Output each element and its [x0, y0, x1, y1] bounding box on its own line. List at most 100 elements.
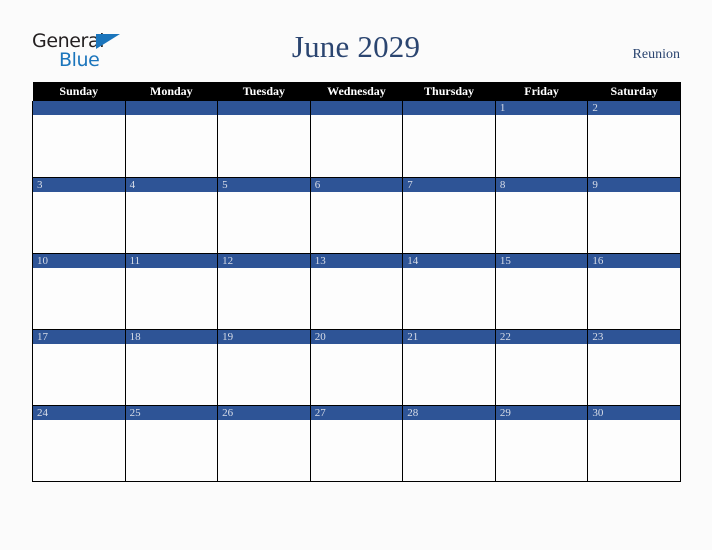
day-notes-area[interactable]: [588, 419, 680, 481]
day-cell[interactable]: 4: [124, 177, 219, 254]
day-notes-area[interactable]: [588, 115, 680, 176]
day-notes-area[interactable]: [403, 191, 495, 253]
day-number: 6: [310, 177, 403, 192]
day-notes-area[interactable]: [33, 115, 125, 176]
weekday-header-friday: Friday: [495, 82, 588, 101]
day-number: 17: [33, 329, 125, 344]
day-notes-area[interactable]: [218, 419, 310, 481]
day-cell[interactable]: 5: [217, 177, 311, 254]
day-notes-area[interactable]: [310, 267, 403, 329]
day-notes-area[interactable]: [495, 419, 588, 481]
day-number: [125, 101, 218, 115]
day-cell[interactable]: 22: [494, 329, 589, 406]
day-cell[interactable]: [217, 101, 311, 178]
day-number: 8: [495, 177, 588, 192]
day-cell[interactable]: 3: [32, 177, 126, 254]
page-title: June 2029: [291, 29, 421, 64]
weekday-header-monday: Monday: [125, 82, 218, 101]
day-number: 11: [125, 253, 218, 268]
day-number: 23: [588, 329, 680, 344]
day-number: 5: [218, 177, 310, 192]
day-notes-area[interactable]: [218, 343, 310, 405]
day-cell[interactable]: 16: [587, 253, 681, 330]
day-cell[interactable]: 1: [494, 101, 589, 178]
day-cell[interactable]: 2: [587, 101, 681, 178]
day-number: 25: [125, 405, 218, 420]
day-cell[interactable]: [124, 101, 219, 178]
day-notes-area[interactable]: [310, 115, 403, 176]
day-cell[interactable]: 23: [587, 329, 681, 406]
day-notes-area[interactable]: [310, 343, 403, 405]
day-notes-area[interactable]: [310, 419, 403, 481]
day-notes-area[interactable]: [218, 191, 310, 253]
day-notes-area[interactable]: [125, 115, 218, 176]
day-cell[interactable]: 25: [124, 405, 219, 482]
day-cell[interactable]: [32, 101, 126, 178]
day-number: 2: [588, 101, 680, 115]
day-cell[interactable]: 19: [217, 329, 311, 406]
day-cell[interactable]: 29: [494, 405, 589, 482]
day-number: 21: [403, 329, 495, 344]
day-cell[interactable]: [309, 101, 404, 178]
day-cell[interactable]: [402, 101, 496, 178]
day-notes-area[interactable]: [218, 267, 310, 329]
day-notes-area[interactable]: [33, 343, 125, 405]
weekday-header-saturday: Saturday: [587, 82, 681, 101]
day-notes-area[interactable]: [403, 419, 495, 481]
page-header: General Blue June 2029 Reunion: [0, 0, 712, 82]
day-cell[interactable]: 7: [402, 177, 496, 254]
day-notes-area[interactable]: [403, 267, 495, 329]
day-cell[interactable]: 26: [217, 405, 311, 482]
day-notes-area[interactable]: [33, 419, 125, 481]
day-number: 19: [218, 329, 310, 344]
day-notes-area[interactable]: [125, 343, 218, 405]
day-cell[interactable]: 17: [32, 329, 126, 406]
day-notes-area[interactable]: [33, 267, 125, 329]
day-notes-area[interactable]: [495, 115, 588, 176]
day-notes-area[interactable]: [588, 267, 680, 329]
calendar-page: General Blue June 2029 Reunion Sunday Mo…: [0, 0, 712, 550]
day-cell[interactable]: 21: [402, 329, 496, 406]
day-cell[interactable]: 15: [494, 253, 589, 330]
day-notes-area[interactable]: [125, 419, 218, 481]
day-cell[interactable]: 10: [32, 253, 126, 330]
day-cell[interactable]: 12: [217, 253, 311, 330]
weekday-header-tuesday: Tuesday: [217, 82, 311, 101]
week-row: 17 18 19 20 21 22 23: [32, 329, 681, 406]
week-row: 24 25 26 27 28 29 30: [32, 405, 681, 482]
day-notes-area[interactable]: [125, 191, 218, 253]
day-cell[interactable]: 28: [402, 405, 496, 482]
day-cell[interactable]: 20: [309, 329, 404, 406]
day-cell[interactable]: 30: [587, 405, 681, 482]
day-cell[interactable]: 13: [309, 253, 404, 330]
day-cell[interactable]: 18: [124, 329, 219, 406]
day-notes-area[interactable]: [495, 267, 588, 329]
day-notes-area[interactable]: [125, 267, 218, 329]
day-cell[interactable]: 8: [494, 177, 589, 254]
day-notes-area[interactable]: [218, 115, 310, 176]
day-notes-area[interactable]: [403, 343, 495, 405]
calendar-body: 1 2 3 4 5 6 7 8 9 10 11 12 13 14 15 16 1…: [32, 101, 681, 482]
day-notes-area[interactable]: [588, 191, 680, 253]
day-number: 18: [125, 329, 218, 344]
day-cell[interactable]: 24: [32, 405, 126, 482]
day-cell[interactable]: 9: [587, 177, 681, 254]
day-notes-area[interactable]: [495, 191, 588, 253]
day-notes-area[interactable]: [495, 343, 588, 405]
day-notes-area[interactable]: [310, 191, 403, 253]
day-notes-area[interactable]: [33, 191, 125, 253]
week-row: 3 4 5 6 7 8 9: [32, 177, 681, 254]
weekday-header-row: Sunday Monday Tuesday Wednesday Thursday…: [32, 82, 681, 101]
day-cell[interactable]: 27: [309, 405, 404, 482]
day-notes-area[interactable]: [403, 115, 495, 176]
day-number: 22: [495, 329, 588, 344]
day-cell[interactable]: 11: [124, 253, 219, 330]
day-number: 30: [588, 405, 680, 420]
day-number: 15: [495, 253, 588, 268]
day-number: 3: [33, 177, 125, 192]
day-cell[interactable]: 6: [309, 177, 404, 254]
day-cell[interactable]: 14: [402, 253, 496, 330]
day-number: [218, 101, 310, 115]
day-number: [33, 101, 125, 115]
day-notes-area[interactable]: [588, 343, 680, 405]
